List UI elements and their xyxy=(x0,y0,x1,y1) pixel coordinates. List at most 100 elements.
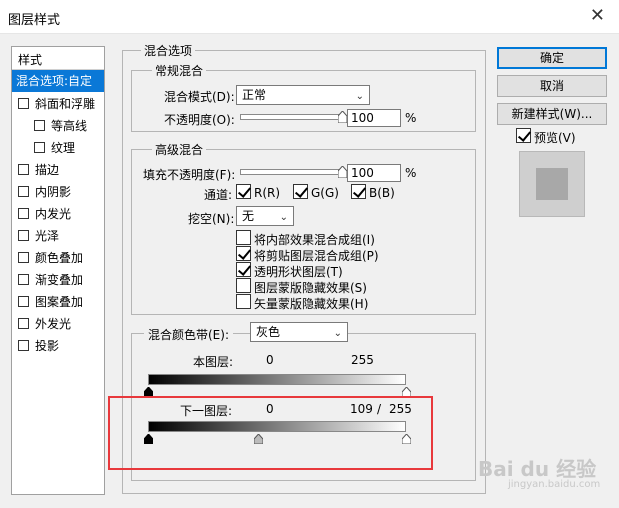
blend-mode-value: 正常 xyxy=(242,88,267,102)
title-bar: 图层样式 ✕ xyxy=(0,0,619,34)
style-list-header[interactable]: 样式 xyxy=(18,51,42,68)
fill-opacity-unit: % xyxy=(405,166,417,180)
blend-if-select[interactable]: 灰色 ⌄ xyxy=(250,322,348,342)
fill-opacity-slider-thumb[interactable] xyxy=(337,166,347,178)
blend-if-value: 灰色 xyxy=(256,325,281,339)
style-item-texture[interactable]: 纹理 xyxy=(12,137,104,159)
close-icon[interactable]: ✕ xyxy=(590,6,605,26)
watermark-subtext: jingyan.baidu.com xyxy=(508,479,601,490)
pattern-overlay-checkbox[interactable] xyxy=(18,296,29,307)
this-layer-white-slider[interactable] xyxy=(401,386,411,398)
drop-shadow-checkbox[interactable] xyxy=(18,340,29,351)
satin-checkbox[interactable] xyxy=(18,230,29,241)
blend-if-label: 混合颜色带(E): xyxy=(144,326,233,343)
annotation-highlight-box xyxy=(108,396,433,470)
style-item-bevel-emboss[interactable]: 斜面和浮雕 xyxy=(12,93,104,115)
style-list: 样式 混合选项:自定 斜面和浮雕 等高线 纹理 描边 内阴影 内发光 光泽 颜色… xyxy=(11,46,105,495)
new-style-button[interactable]: 新建样式(W)... xyxy=(497,103,607,125)
style-item-pattern-overlay[interactable]: 图案叠加 xyxy=(12,291,104,313)
inner-glow-checkbox[interactable] xyxy=(18,208,29,219)
preview-label: 预览(V) xyxy=(534,131,576,145)
style-item-color-overlay[interactable]: 颜色叠加 xyxy=(12,247,104,269)
blend-mode-select[interactable]: 正常 ⌄ xyxy=(236,85,370,105)
baidu-watermark-logo: Bai du 经验 jingyan.baidu.com xyxy=(478,453,608,497)
style-item-label: 描边 xyxy=(35,163,60,177)
style-item-gradient-overlay[interactable]: 渐变叠加 xyxy=(12,269,104,291)
texture-checkbox[interactable] xyxy=(34,142,45,153)
style-item-label: 颜色叠加 xyxy=(35,251,84,265)
style-item-label: 渐变叠加 xyxy=(35,273,84,287)
style-item-label: 内发光 xyxy=(35,207,72,221)
style-item-blending-options[interactable]: 混合选项:自定 xyxy=(12,70,104,92)
opacity-input[interactable]: 100 xyxy=(347,109,401,127)
blend-mode-label: 混合模式(D): xyxy=(164,90,235,104)
layer-mask-hides-checkbox[interactable] xyxy=(236,278,251,293)
preview-checkbox[interactable] xyxy=(516,128,531,143)
channel-r-label: R(R) xyxy=(254,186,281,200)
fill-opacity-value: 100 xyxy=(351,166,374,180)
channel-g-checkbox[interactable] xyxy=(293,184,308,199)
channel-r-checkbox[interactable] xyxy=(236,184,251,199)
ok-button[interactable]: 确定 xyxy=(497,47,607,69)
transparency-shapes-checkbox[interactable] xyxy=(236,262,251,277)
style-item-label: 投影 xyxy=(35,339,60,353)
style-item-outer-glow[interactable]: 外发光 xyxy=(12,313,104,335)
style-item-label: 内阴影 xyxy=(35,185,72,199)
channel-b-checkbox[interactable] xyxy=(351,184,366,199)
vector-mask-hides-checkbox[interactable] xyxy=(236,294,251,309)
this-layer-gradient xyxy=(148,374,406,385)
channel-g-label: G(G) xyxy=(311,186,339,200)
chevron-down-icon: ⌄ xyxy=(279,212,288,223)
blend-clipped-layers-checkbox[interactable] xyxy=(236,246,251,261)
advanced-blending-title: 高级混合 xyxy=(152,141,207,158)
knockout-select[interactable]: 无 ⌄ xyxy=(236,206,294,226)
contour-checkbox[interactable] xyxy=(34,120,45,131)
this-layer-min: 0 xyxy=(266,353,274,367)
style-item-contour[interactable]: 等高线 xyxy=(12,115,104,137)
style-item-inner-shadow[interactable]: 内阴影 xyxy=(12,181,104,203)
blend-options-title: 混合选项 xyxy=(141,42,196,59)
dialog-title: 图层样式 xyxy=(8,13,61,28)
style-item-label: 光泽 xyxy=(35,229,60,243)
fill-opacity-label: 填充不透明度(F): xyxy=(143,168,236,182)
fill-opacity-input[interactable]: 100 xyxy=(347,164,401,182)
preview-inner-square xyxy=(536,168,568,200)
style-preview-swatch xyxy=(519,151,585,217)
style-item-label: 纹理 xyxy=(51,141,76,155)
knockout-label: 挖空(N): xyxy=(188,212,235,226)
blend-interior-effects-checkbox[interactable] xyxy=(236,230,251,245)
layer-mask-hides-label: 图层蒙版隐藏效果(S) xyxy=(254,281,367,295)
style-item-label: 外发光 xyxy=(35,317,72,331)
inner-shadow-checkbox[interactable] xyxy=(18,186,29,197)
cancel-button[interactable]: 取消 xyxy=(497,75,607,97)
knockout-value: 无 xyxy=(242,209,255,223)
channel-b-label: B(B) xyxy=(369,186,395,200)
bevel-emboss-checkbox[interactable] xyxy=(18,98,29,109)
opacity-slider-track[interactable] xyxy=(240,114,342,120)
channels-label: 通道: xyxy=(204,188,233,202)
opacity-slider-thumb[interactable] xyxy=(337,111,347,123)
gradient-overlay-checkbox[interactable] xyxy=(18,274,29,285)
fill-opacity-slider-track[interactable] xyxy=(240,169,342,175)
watermark-text: Bai du 经验 xyxy=(478,457,597,481)
opacity-value: 100 xyxy=(351,111,374,125)
this-layer-black-slider[interactable] xyxy=(143,386,153,398)
opacity-unit: % xyxy=(405,111,417,125)
style-item-stroke[interactable]: 描边 xyxy=(12,159,104,181)
vector-mask-hides-label: 矢量蒙版隐藏效果(H) xyxy=(254,297,369,311)
style-item-satin[interactable]: 光泽 xyxy=(12,225,104,247)
outer-glow-checkbox[interactable] xyxy=(18,318,29,329)
color-overlay-checkbox[interactable] xyxy=(18,252,29,263)
blend-interior-effects-label: 将内部效果混合成组(I) xyxy=(254,233,375,247)
general-blending-title: 常规混合 xyxy=(152,62,207,79)
opacity-label: 不透明度(O): xyxy=(164,113,235,127)
style-item-drop-shadow[interactable]: 投影 xyxy=(12,335,104,357)
blend-clipped-layers-label: 将剪贴图层混合成组(P) xyxy=(254,249,379,263)
chevron-down-icon: ⌄ xyxy=(355,91,364,102)
this-layer-label: 本图层: xyxy=(193,355,234,369)
stroke-checkbox[interactable] xyxy=(18,164,29,175)
style-item-label: 等高线 xyxy=(51,119,88,133)
style-item-label: 图案叠加 xyxy=(35,295,84,309)
style-item-inner-glow[interactable]: 内发光 xyxy=(12,203,104,225)
style-item-label: 斜面和浮雕 xyxy=(35,97,96,111)
